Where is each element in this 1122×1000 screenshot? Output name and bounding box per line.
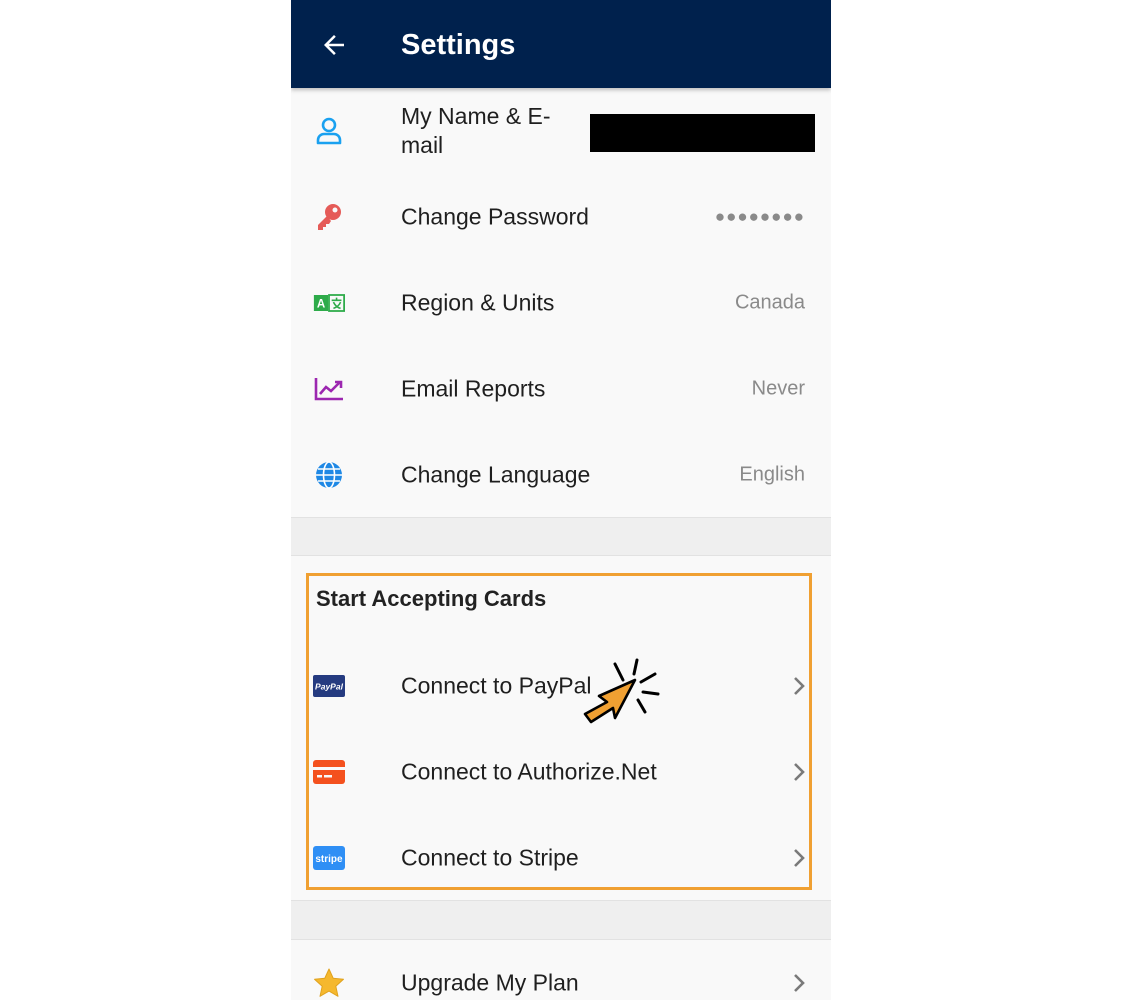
settings-row-label: Change Password [401,203,589,230]
settings-row-value: English [739,463,805,486]
settings-row-value: Never [751,377,805,400]
back-button[interactable] [313,24,355,66]
page-title: Settings [401,29,516,61]
click-pointer-icon [583,658,660,724]
chevron-right-icon [794,677,805,695]
settings-row-region-units[interactable]: A Region & Units Canada [291,260,831,346]
settings-screen: Settings My Name & E-mail Change Passwor… [291,0,831,1000]
settings-row-value: ●●●●●●●● [714,207,805,226]
redacted-email-value [590,114,815,152]
settings-row-label: Email Reports [401,375,546,402]
chevron-right-icon [794,763,805,781]
section-divider [291,517,831,556]
settings-row-connect-stripe[interactable]: stripe Connect to Stripe [291,815,831,901]
svg-text:PayPal: PayPal [315,682,344,692]
app-bar: Settings [291,0,831,88]
settings-row-label: Change Language [401,461,591,488]
settings-row-connect-paypal[interactable]: PayPal Connect to PayPal [291,643,831,729]
settings-row-label: Connect to PayPal [401,672,592,699]
settings-row-label: Region & Units [401,289,555,316]
settings-row-label: Connect to Authorize.Net [401,758,657,785]
key-icon [313,201,345,233]
arrow-left-icon [324,35,344,55]
paypal-icon: PayPal [313,670,345,702]
chevron-right-icon [794,849,805,867]
star-icon [313,967,345,999]
svg-text:stripe: stripe [315,854,343,865]
translate-icon: A [313,287,345,319]
section-title-accept-cards: Start Accepting Cards [316,586,547,611]
globe-icon [313,459,345,491]
settings-row-value: Canada [734,291,805,314]
user-icon [313,115,345,147]
settings-row-email-reports[interactable]: Email Reports Never [291,346,831,432]
settings-row-label: Connect to Stripe [401,844,579,871]
settings-row-change-password[interactable]: Change Password ●●●●●●●● [291,174,831,260]
settings-row-change-language[interactable]: Change Language English [291,432,831,518]
settings-row-label: My Name & E-mail [401,103,551,158]
settings-row-connect-authorize-net[interactable]: Connect to Authorize.Net [291,729,831,815]
credit-card-icon [313,756,345,788]
section-divider [291,900,831,940]
settings-row-label: Upgrade My Plan [401,969,579,996]
chevron-right-icon [794,974,805,992]
settings-row-upgrade-plan[interactable]: Upgrade My Plan [291,940,831,1000]
stripe-icon: stripe [313,842,345,874]
svg-text:A: A [317,298,326,310]
chart-line-icon [313,373,345,405]
